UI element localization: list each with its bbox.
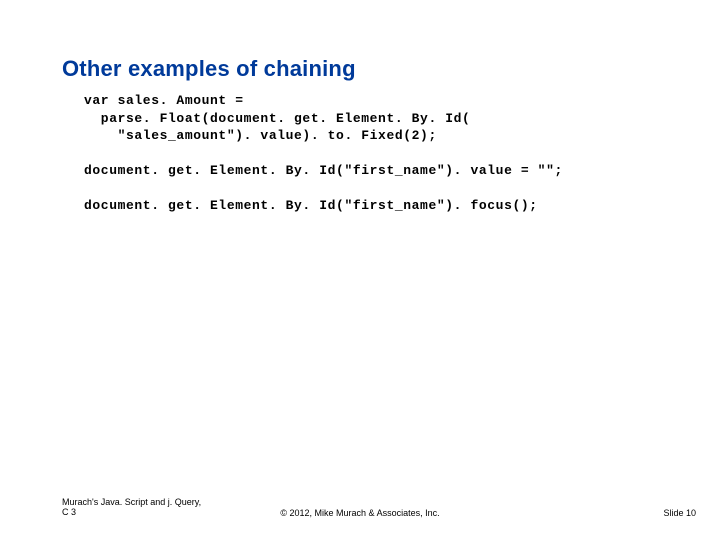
slide: Other examples of chaining var sales. Am… [0, 0, 720, 540]
footer-slide-number: Slide 10 [663, 508, 696, 518]
code-example: var sales. Amount = parse. Float(documen… [84, 92, 563, 215]
footer-book-title: Murach's Java. Script and j. Query, [62, 498, 201, 508]
footer: Murach's Java. Script and j. Query, C 3 … [0, 498, 720, 518]
slide-title: Other examples of chaining [62, 56, 356, 82]
footer-copyright: © 2012, Mike Murach & Associates, Inc. [0, 508, 720, 518]
